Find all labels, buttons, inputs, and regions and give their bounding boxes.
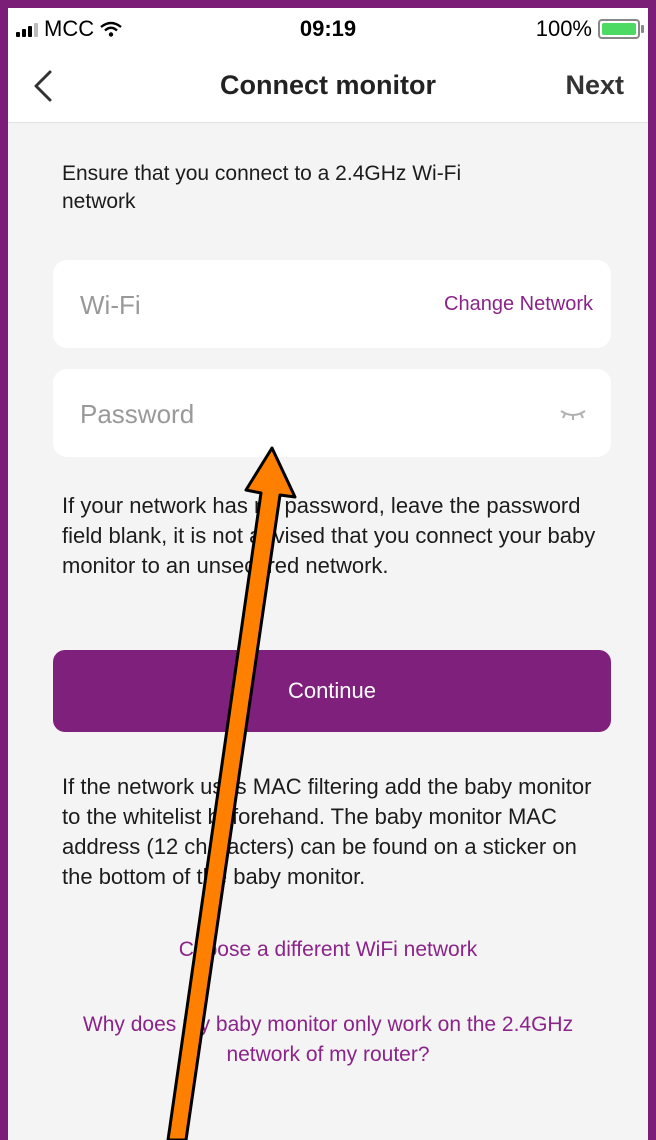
change-network-link[interactable]: Change Network xyxy=(444,293,593,316)
wifi-placeholder: Wi-Fi xyxy=(80,290,141,320)
continue-button[interactable]: Continue xyxy=(53,650,611,732)
why-24ghz-link[interactable]: Why does my baby monitor only work on th… xyxy=(78,1010,578,1070)
wifi-field[interactable]: Wi-Fi Change Network xyxy=(53,260,611,348)
status-bar: MCC 09:19 100% xyxy=(8,8,648,48)
mac-filter-note: If the network uses MAC filtering add th… xyxy=(62,774,592,889)
choose-different-wifi-link[interactable]: Choose a different WiFi network xyxy=(8,938,648,962)
battery-icon xyxy=(598,19,644,39)
intro-text: Ensure that you connect to a 2.4GHz Wi-F… xyxy=(62,162,462,213)
page-title: Connect monitor xyxy=(220,70,436,100)
password-field[interactable]: Password xyxy=(53,369,611,457)
next-button[interactable]: Next xyxy=(565,70,624,101)
hidden-eye-icon[interactable] xyxy=(559,407,587,421)
app-screen: MCC 09:19 100% Connect monitor Next Ensu… xyxy=(8,8,648,1140)
password-note: If your network has no password, leave t… xyxy=(62,493,596,578)
nav-bar: Connect monitor Next xyxy=(8,48,648,123)
password-placeholder: Password xyxy=(80,399,195,429)
status-right: 100% xyxy=(535,16,644,42)
battery-percent: 100% xyxy=(535,16,592,41)
